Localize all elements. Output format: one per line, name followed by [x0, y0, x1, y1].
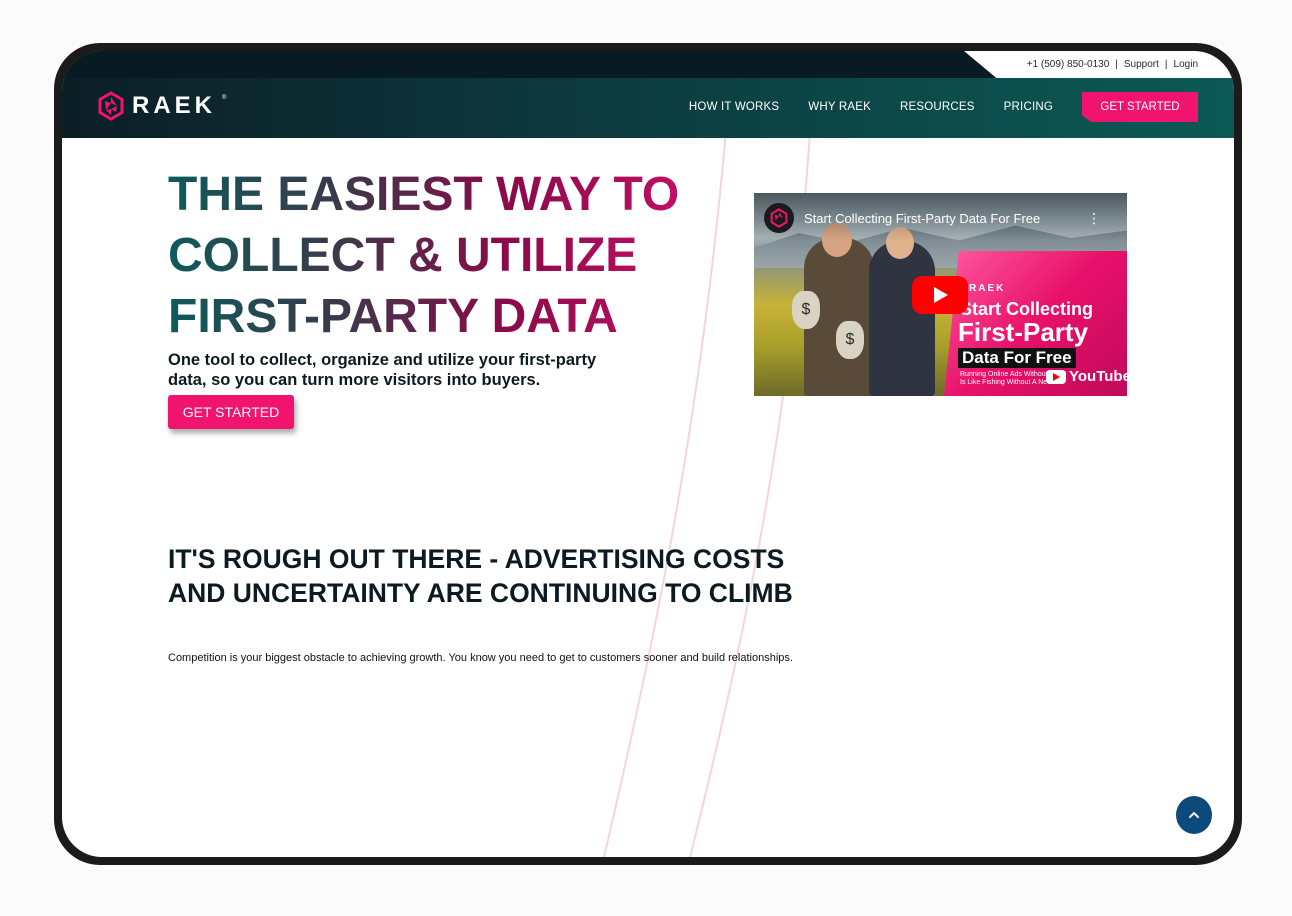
- youtube-logo[interactable]: YouTube: [1046, 368, 1127, 385]
- separator: |: [1115, 59, 1118, 70]
- youtube-play-icon: [1046, 369, 1066, 384]
- phone-link[interactable]: +1 (509) 850-0130: [1027, 59, 1110, 70]
- hero-title-line: COLLECT & UTILIZE: [168, 229, 638, 282]
- youtube-wordmark: YouTube: [1069, 368, 1127, 385]
- video-person: [869, 241, 935, 396]
- raek-logo-icon: [98, 91, 124, 121]
- video-title[interactable]: Start Collecting First-Party Data For Fr…: [804, 211, 1040, 226]
- hero-title-line: FIRST-PARTY DATA: [168, 290, 618, 343]
- section-heading: IT'S ROUGH OUT THERE - ADVERTISING COSTS…: [168, 544, 793, 608]
- hero-subtitle: One tool to collect, organize and utiliz…: [168, 351, 597, 389]
- money-bag-icon: $: [792, 291, 820, 329]
- scroll-to-top-button[interactable]: [1176, 796, 1212, 834]
- utility-bar: +1 (509) 850-0130 | Support | Login: [964, 51, 1234, 78]
- chevron-up-icon: [1189, 811, 1199, 818]
- separator: |: [1164, 59, 1168, 70]
- hero-title: THE EASIEST WAY TO COLLECT & UTILIZE FIR…: [168, 164, 728, 347]
- youtube-video-embed[interactable]: $ $ Start Collecting First-Party Data Fo…: [754, 193, 1127, 396]
- logo-wordmark: RAEK: [132, 92, 217, 119]
- login-link[interactable]: Login: [1174, 59, 1198, 70]
- channel-avatar-icon[interactable]: [764, 203, 794, 233]
- nav-resources[interactable]: RESOURCES: [900, 101, 975, 113]
- registered-mark: ®: [222, 95, 227, 101]
- nav-how-it-works[interactable]: HOW IT WORKS: [689, 101, 779, 113]
- more-options-icon[interactable]: ⋮: [1087, 211, 1101, 225]
- raek-logo[interactable]: RAEK ®: [96, 91, 226, 121]
- hero-get-started-button[interactable]: GET STARTED: [168, 395, 294, 429]
- browser-viewport: +1 (509) 850-0130 | Support | Login RAEK…: [62, 51, 1234, 857]
- play-button-icon[interactable]: [912, 276, 968, 314]
- support-link[interactable]: Support: [1124, 59, 1159, 70]
- header-get-started-button[interactable]: GET STARTED: [1082, 92, 1198, 122]
- site-header: +1 (509) 850-0130 | Support | Login RAEK…: [62, 51, 1234, 138]
- money-bag-icon: $: [836, 321, 864, 359]
- hero-title-line: THE EASIEST WAY TO: [168, 168, 680, 221]
- video-brand: RAEK: [969, 283, 1006, 294]
- main-nav: HOW IT WORKS WHY RAEK RESOURCES PRICING …: [689, 92, 1198, 122]
- section-body: Competition is your biggest obstacle to …: [168, 652, 793, 664]
- video-headline-3: Data For Free: [958, 348, 1076, 368]
- video-headline-2: First-Party: [958, 317, 1089, 347]
- nav-why-raek[interactable]: WHY RAEK: [808, 101, 871, 113]
- nav-pricing[interactable]: PRICING: [1004, 101, 1053, 113]
